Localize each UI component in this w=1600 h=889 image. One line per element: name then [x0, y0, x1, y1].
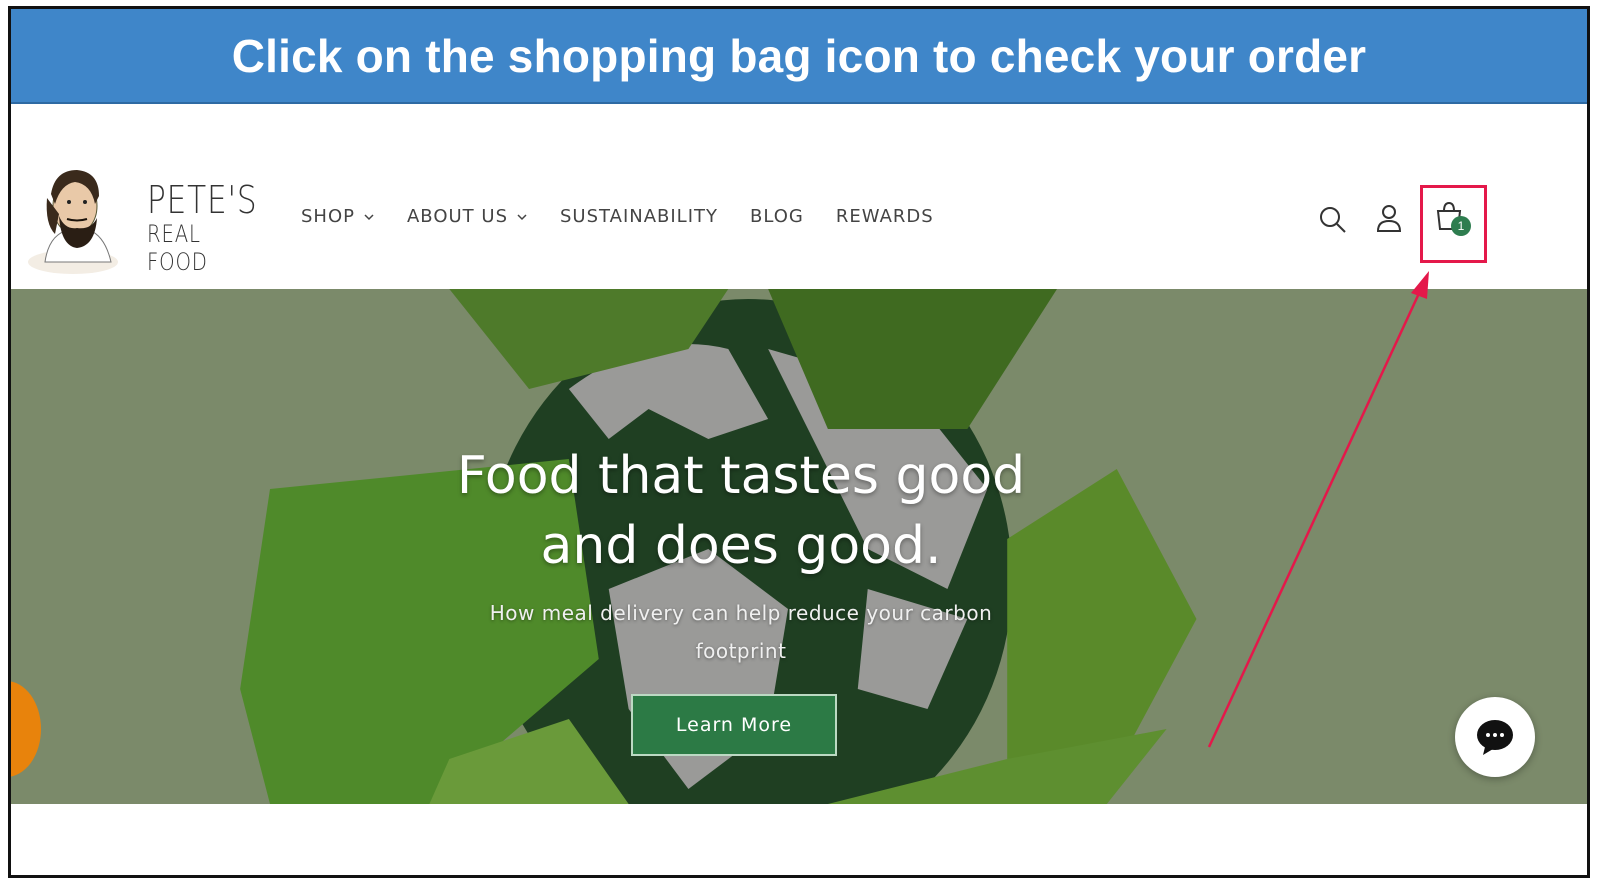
site-logo[interactable]: PETE'S REAL FOOD — [25, 164, 265, 276]
cart-highlight-box — [1420, 185, 1487, 263]
hero-section: Food that tastes good and does good. How… — [11, 289, 1587, 804]
search-icon[interactable] — [1317, 204, 1349, 236]
hero-title-line-2: and does good. — [540, 516, 942, 576]
nav-item-label: REWARDS — [835, 206, 934, 227]
screenshot-frame: Click on the shopping bag icon to check … — [8, 6, 1590, 878]
pete-portrait-icon — [28, 170, 118, 274]
nav-item-label: SUSTAINABILITY — [560, 206, 719, 227]
nav-item-label: BLOG — [750, 206, 804, 227]
hero-title: Food that tastes good and does good. — [11, 441, 1471, 581]
nav-item-shop[interactable]: SHOP — [301, 206, 375, 227]
logo-line-1: PETE'S — [147, 178, 258, 222]
chevron-down-icon — [364, 213, 374, 220]
chat-button[interactable] — [1455, 697, 1535, 777]
account-icon[interactable] — [1373, 202, 1405, 234]
learn-more-button[interactable]: Learn More — [631, 694, 837, 756]
hero-subtitle: How meal delivery can help reduce your c… — [489, 601, 993, 663]
hero-title-line-1: Food that tastes good — [456, 446, 1026, 506]
nav-item-sustainability[interactable]: SUSTAINABILITY — [560, 206, 718, 227]
site-header: PETE'S REAL FOOD SHOP ABOUT US SUSTAINAB… — [11, 104, 1587, 289]
nav-item-blog[interactable]: BLOG — [750, 206, 804, 227]
nav-item-label: SHOP — [301, 206, 355, 227]
logo-line-2: REAL FOOD — [147, 220, 208, 276]
nav-item-about-us[interactable]: ABOUT US — [407, 206, 528, 227]
chat-bubble-icon — [1477, 720, 1513, 755]
instruction-banner: Click on the shopping bag icon to check … — [11, 9, 1587, 104]
instruction-text: Click on the shopping bag icon to check … — [231, 29, 1367, 82]
chevron-down-icon — [517, 213, 527, 220]
logo-wordmark: PETE'S REAL FOOD — [147, 180, 282, 276]
nav-item-rewards[interactable]: REWARDS — [836, 206, 934, 227]
nav-item-label: ABOUT US — [406, 206, 508, 227]
main-navigation: SHOP ABOUT US SUSTAINABILITY BLOG REWARD… — [301, 206, 966, 227]
